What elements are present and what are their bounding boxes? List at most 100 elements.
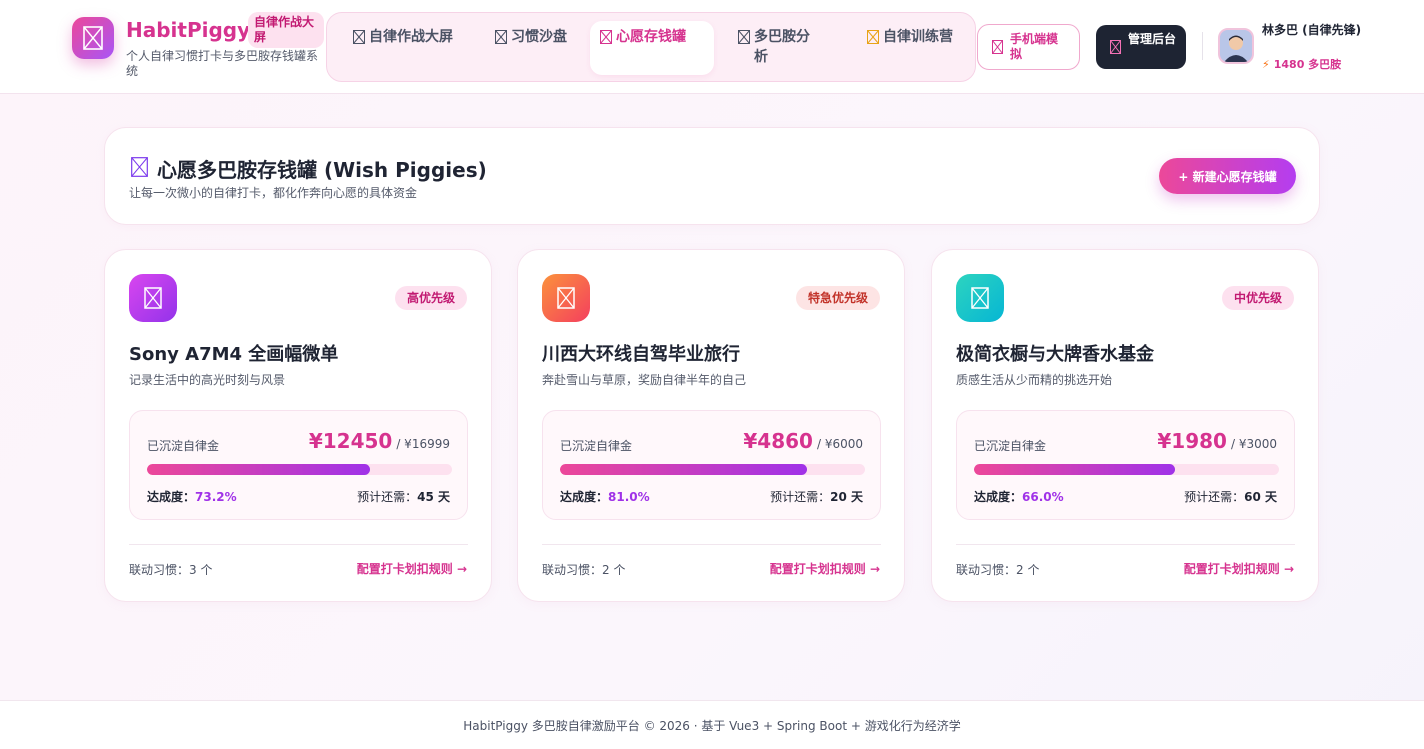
days-label: 预计还需： [770, 490, 831, 504]
new-wish-button[interactable]: + 新建心愿存钱罐 [1159, 158, 1296, 194]
fund-amount: ¥1980/ ¥3000 [1157, 429, 1277, 453]
target-amount: / ¥3000 [1230, 437, 1277, 451]
rate-value: 66.0% [1022, 490, 1064, 504]
days-remaining: 预计还需：45 天 [357, 488, 450, 505]
brand-logo-icon[interactable] [72, 17, 114, 59]
wish-title: 极简衣橱与大牌香水基金 [956, 344, 1154, 365]
rate-label: 达成度： [147, 490, 196, 504]
progress-fill [974, 464, 1176, 475]
rate-value: 81.0% [608, 490, 650, 504]
days-remaining: 预计还需：60 天 [1184, 488, 1277, 505]
saved-amount: ¥1980 [1157, 429, 1227, 453]
brand-badge: 自律作战大屏 [248, 12, 324, 48]
rate-label: 达成度： [974, 490, 1023, 504]
linked-value: 3 个 [189, 563, 213, 577]
brand-name[interactable]: HabitPiggy [126, 18, 250, 42]
wish-card[interactable]: 中优先级极简衣橱与大牌香水基金质感生活从少而精的挑选开始已沉淀自律金 ¥1980/… [931, 249, 1319, 602]
wish-description: 奔赴雪山与草原，奖励自律半年的自己 [542, 373, 747, 387]
nav-item-analytics[interactable]: 多巴胺分析 [728, 21, 832, 75]
piggy-icon [600, 30, 612, 44]
linked-habits: 联动习惯：3 个 [129, 561, 212, 578]
days-remaining: 预计还需：20 天 [770, 488, 863, 505]
config-rules-link[interactable]: 配置打卡划扣规则 → [1184, 560, 1294, 577]
fund-label: 已沉淀自律金 [974, 439, 1047, 453]
wish-card[interactable]: 高优先级 Sony A7M4 全画幅微单 记录生活中的高光时刻与风景 已沉淀自律金 ¥1… [104, 249, 492, 602]
linked-habits: 联动习惯：2 个 [542, 561, 625, 578]
footer: HabitPiggy 多巴胺自律激励平台 © 2026 · 基于 Vue3 + … [0, 700, 1424, 749]
card-divider [129, 544, 468, 545]
days-value: 45 天 [417, 490, 450, 504]
config-rules-link[interactable]: 配置打卡划扣规则 → [770, 560, 880, 577]
wish-icon [542, 274, 590, 322]
admin-button-label: 管理后台 [1128, 32, 1177, 46]
mobile-simulate-button[interactable]: 手机端模拟 [977, 24, 1080, 70]
page-title: 心愿多巴胺存钱罐 (Wish Piggies) [157, 158, 487, 182]
user-coins: ⚡ 1480 多巴胺 [1262, 56, 1341, 72]
days-label: 预计还需： [1184, 490, 1245, 504]
nav-label: 多巴胺分析 [754, 29, 810, 65]
wish-icon [956, 274, 1004, 322]
brand-subtitle: 个人自律习惯打卡与多巴胺存钱罐系统 [126, 49, 319, 78]
fund-panel: 已沉淀自律金 ¥12450/ ¥16999 达成度：73.2% 预计还需：45 天 [129, 410, 468, 520]
dashboard-icon [353, 30, 365, 44]
days-value: 60 天 [1244, 490, 1277, 504]
bolt-icon: ⚡ [1262, 58, 1270, 71]
config-rules-link[interactable]: 配置打卡划扣规则 → [357, 560, 467, 577]
coins-value: 1480 多巴胺 [1273, 58, 1342, 71]
nav-item-camp[interactable]: 自律训练营 [857, 21, 967, 75]
wish-title: 川西大环线自驾毕业旅行 [542, 344, 740, 365]
camp-icon [867, 30, 879, 44]
nav-label: 自律训练营 [883, 29, 953, 45]
fund-amount: ¥12450/ ¥16999 [309, 429, 450, 453]
top-header: HabitPiggy 自律作战大屏 个人自律习惯打卡与多巴胺存钱罐系统 自律作战… [0, 0, 1424, 94]
days-value: 20 天 [830, 490, 863, 504]
priority-badge: 特急优先级 [795, 286, 880, 310]
fund-panel: 已沉淀自律金 ¥4860/ ¥6000 达成度：81.0% 预计还需：20 天 [542, 410, 881, 520]
progress-bar [560, 464, 865, 475]
priority-badge: 中优先级 [1221, 286, 1294, 310]
wish-icon [129, 274, 177, 322]
progress-bar [974, 464, 1279, 475]
main-nav: 自律作战大屏 习惯沙盘 心愿存钱罐 多巴胺分析 自律训练营 [326, 12, 976, 82]
linked-value: 2 个 [602, 563, 626, 577]
nav-item-wish-piggy[interactable]: 心愿存钱罐 [590, 21, 714, 75]
linked-label: 联动习惯： [129, 563, 190, 577]
completion-rate: 达成度：73.2% [147, 488, 237, 505]
progress-fill [560, 464, 808, 475]
header-divider [1202, 32, 1203, 60]
avatar[interactable] [1218, 28, 1254, 64]
admin-button[interactable]: 管理后台 [1096, 25, 1186, 69]
wish-card[interactable]: 特急优先级川西大环线自驾毕业旅行奔赴雪山与草原，奖励自律半年的自己已沉淀自律金 ¥… [517, 249, 905, 602]
linked-value: 2 个 [1016, 563, 1040, 577]
page-header-card: 心愿多巴胺存钱罐 (Wish Piggies) 让每一次微小的自律打卡，都化作奔… [104, 127, 1320, 225]
card-divider [956, 544, 1295, 545]
target-amount: / ¥16999 [396, 437, 450, 451]
saved-amount: ¥12450 [308, 429, 393, 453]
chart-icon [738, 30, 750, 44]
user-name: 林多巴 (自律先锋) [1262, 23, 1362, 37]
fund-label: 已沉淀自律金 [147, 439, 220, 453]
priority-badge: 高优先级 [394, 286, 467, 310]
nav-item-sandbox[interactable]: 习惯沙盘 [485, 21, 585, 75]
fund-label: 已沉淀自律金 [560, 439, 633, 453]
piggy-bank-icon [131, 157, 148, 177]
progress-bar [147, 464, 452, 475]
page-subtitle: 让每一次微小的自律打卡，都化作奔向心愿的具体资金 [129, 186, 418, 200]
admin-icon [1110, 40, 1121, 54]
rate-label: 达成度： [560, 490, 609, 504]
wish-description: 质感生活从少而精的挑选开始 [956, 373, 1113, 387]
wish-title: Sony A7M4 全画幅微单 [129, 344, 339, 365]
completion-rate: 达成度：81.0% [560, 488, 650, 505]
nav-label: 心愿存钱罐 [616, 29, 686, 45]
linked-label: 联动习惯： [956, 563, 1017, 577]
rate-value: 73.2% [195, 490, 237, 504]
fund-amount: ¥4860/ ¥6000 [743, 429, 863, 453]
linked-habits: 联动习惯：2 个 [956, 561, 1039, 578]
target-amount: / ¥6000 [816, 437, 863, 451]
nav-label: 自律作战大屏 [369, 29, 453, 45]
nav-item-dashboard[interactable]: 自律作战大屏 [343, 21, 471, 75]
sandbox-icon [495, 30, 507, 44]
progress-fill [147, 464, 371, 475]
nav-label: 习惯沙盘 [511, 29, 567, 45]
mobile-icon [992, 40, 1003, 54]
